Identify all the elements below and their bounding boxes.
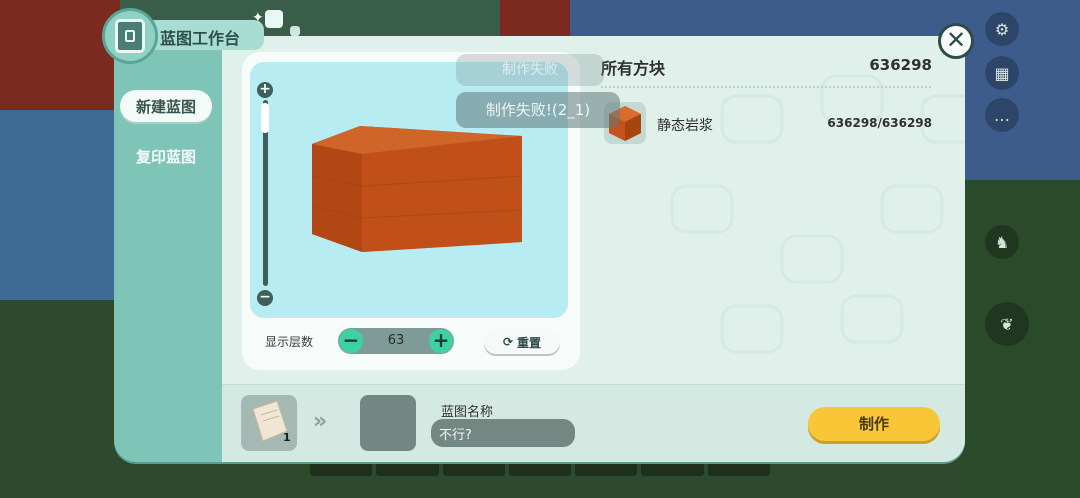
slider-minus-button[interactable]: − — [257, 290, 273, 306]
layers-value: 63 — [387, 333, 405, 348]
lava-block-model — [312, 126, 523, 252]
sidebar-item-copy-blueprint[interactable]: 复印蓝图 — [120, 140, 212, 172]
grid-icon[interactable]: ▦ — [985, 56, 1019, 90]
make-button[interactable]: 制作 — [808, 407, 940, 441]
hotbar — [310, 460, 770, 476]
layers-stepper: − 63 + — [338, 328, 454, 354]
blueprint-name-input[interactable]: 不行? — [431, 419, 575, 447]
sidebar: 新建蓝图 复印蓝图 — [114, 36, 222, 462]
sparkle-icon: ✦ — [252, 10, 264, 26]
block-count: 636298/636298 — [827, 116, 932, 130]
blueprint-icon — [102, 8, 158, 64]
decor-square-small — [290, 26, 300, 36]
page-title: 蓝图工作台 — [160, 29, 241, 48]
layers-decrement-button[interactable]: − — [339, 329, 363, 353]
reset-button[interactable]: ⟳ 重置 — [484, 330, 560, 354]
blocks-header: 所有方块 — [601, 59, 666, 78]
arrow-icon: » — [313, 409, 327, 434]
divider — [601, 86, 931, 88]
wing-icon[interactable]: ❦ — [985, 302, 1029, 346]
block-name: 静态岩浆 — [657, 118, 713, 134]
close-button[interactable]: ✕ — [938, 23, 974, 59]
layers-increment-button[interactable]: + — [429, 329, 453, 353]
chat-icon[interactable]: … — [985, 98, 1019, 132]
sidebar-item-new-blueprint[interactable]: 新建蓝图 — [120, 90, 212, 122]
toast-message: 制作失败!(2_1) — [456, 92, 620, 128]
blueprint-name-label: 蓝图名称 — [441, 405, 494, 420]
close-icon: ✕ — [945, 26, 967, 54]
horse-icon[interactable]: ♞ — [985, 225, 1019, 259]
blocks-total: 636298 — [869, 56, 932, 74]
decor-square — [265, 10, 283, 28]
layer-slider-thumb[interactable] — [261, 103, 269, 133]
layers-label: 显示层数 — [265, 335, 314, 349]
sidebar-item-label: 复印蓝图 — [135, 147, 196, 166]
slider-plus-button[interactable]: + — [257, 82, 273, 98]
toast-faded: 制作失败 — [456, 54, 604, 86]
refresh-icon: ⟳ — [502, 335, 514, 349]
sidebar-item-label: 新建蓝图 — [135, 97, 196, 116]
reset-label: 重置 — [517, 335, 542, 350]
result-slot[interactable] — [360, 395, 416, 451]
paper-count: 1 — [283, 431, 291, 444]
panel-title-tab: 蓝图工作台 ✦ — [102, 8, 264, 64]
settings-icon[interactable]: ⚙ — [985, 12, 1019, 46]
